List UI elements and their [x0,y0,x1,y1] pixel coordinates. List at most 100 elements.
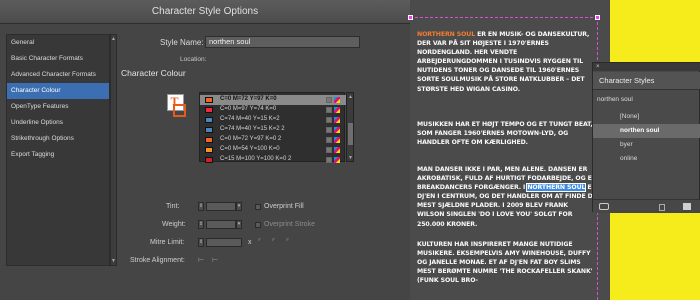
swatch-list: C=0 M=72 Y=97 K=0 C=0 M=97 Y=74 K=0 C=74 M… [199,92,346,165]
swatch-row-selected[interactable]: C=0 M=72 Y=97 K=0 [200,95,346,105]
weight-stepper[interactable]: ⇕ [198,220,204,229]
paragraph-3: MAN DANSER IKKE I PAR, MEN ALENE. DANSEN… [417,165,597,229]
category-item[interactable]: OpenType Features [7,99,109,115]
weight-dropdown-icon[interactable]: ▾ [236,220,242,229]
swatch-name: C=0 M=97 Y=74 K=0 [220,106,277,112]
swatch-color-chip [205,137,213,143]
align-outside-icon[interactable]: ⊢ [212,256,218,264]
tint-input[interactable] [206,202,236,211]
style-item[interactable]: byer [593,138,700,152]
overprint-stroke-label: Overprint Stroke [264,221,315,228]
mitre-x-label: x [248,239,252,246]
swatch-color-chip [205,97,213,103]
category-item[interactable]: Advanced Character Formats [7,67,109,83]
scroll-down-icon[interactable]: ▼ [111,258,116,264]
panel-title: Character Styles [599,76,655,85]
category-item[interactable]: Strikethrough Options [7,131,109,147]
cmyk-mode-icon [334,157,340,163]
style-item[interactable]: [None] [593,110,700,124]
paragraph-text: MUSIKKEN HAR ET HØJT TEMPO OG ET TUNGT B… [417,121,593,147]
scroll-down-icon[interactable]: ▼ [348,155,353,161]
paragraph-text: KULTUREN HAR INSPIRERET MANGE NUTIDIGE M… [417,241,593,285]
cmyk-mode-icon [334,127,340,133]
swatch-row[interactable]: C=74 M=40 Y=15 K=2 [200,115,346,125]
category-list: General Basic Character Formats Advanced… [6,34,110,266]
fill-stroke-selector[interactable]: T [164,94,188,124]
northern-soul-accent: NORTHERN SOUL [417,31,476,38]
frame-handle[interactable] [595,15,600,20]
swatch-name: C=15 M=100 Y=100 K=0 2 [220,156,292,162]
stroke-alignment-label: Stroke Alignment: [130,257,185,264]
tint-stepper[interactable]: ⇕ [198,202,204,211]
overprint-stroke-checkbox[interactable] [255,222,261,228]
paragraph-text: ER EN MUSIK- OG DANSEKULTUR, DER VAR PÅ … [417,31,590,93]
scroll-thumb[interactable] [348,123,353,145]
swatch-row[interactable]: C=74 M=40 Y=15 K=2 2 [200,125,346,135]
mitre-limit-input[interactable] [206,238,242,247]
paragraph-2: MUSIKKEN HAR ET HØJT TEMPO OG ET TUNGT B… [417,120,597,147]
mitre-limit-label: Mitre Limit: [150,239,185,246]
overprint-fill-label: Overprint Fill [264,203,304,210]
bevel-join-icon[interactable]: ⌜ [286,238,289,246]
cmyk-mode-icon [334,117,340,123]
align-center-icon[interactable]: ⊢ [198,256,204,264]
swatch-color-chip [205,107,213,113]
process-color-icon [326,117,332,123]
cmyk-mode-icon [334,137,340,143]
round-join-icon[interactable]: ⌜ [272,238,275,246]
folder-icon[interactable] [599,203,609,210]
style-item[interactable]: online [593,152,700,166]
scroll-up-icon[interactable]: ▲ [348,94,353,100]
swatch-name: C=0 M=72 Y=97 K=0 2 [220,136,282,142]
tint-dropdown-icon[interactable]: ▾ [236,202,242,211]
scroll-up-icon[interactable]: ▲ [111,36,116,42]
swatch-row[interactable]: C=0 M=97 Y=74 K=0 [200,105,346,115]
category-scrollbar[interactable]: ▲ ▼ [110,34,117,266]
stroke-swatch-icon[interactable] [173,104,186,117]
frame-handle[interactable] [408,15,413,20]
selected-text[interactable]: NORTHERN SOUL [526,183,587,193]
panel-top-bar: × [593,63,700,71]
swatch-name: C=74 M=40 Y=15 K=2 2 [220,126,285,132]
process-color-icon [326,147,332,153]
cmyk-mode-icon [334,147,340,153]
style-name-input[interactable]: northen soul [205,36,360,48]
miter-join-icon[interactable]: ⌜ [258,238,261,246]
cmyk-mode-icon [334,107,340,113]
swatch-color-chip [205,157,213,163]
swatch-name: C=0 M=54 Y=100 K=0 [220,146,280,152]
weight-input[interactable] [206,220,236,229]
overprint-fill-checkbox[interactable] [255,204,261,210]
category-item-selected[interactable]: Character Colour [7,83,109,99]
swatch-name: C=74 M=40 Y=15 K=2 [220,116,280,122]
swatch-name: C=0 M=72 Y=97 K=0 [220,96,277,102]
section-title: Character Colour [121,68,186,78]
swatch-color-chip [205,147,213,153]
process-color-icon [326,97,332,103]
swatch-row[interactable]: C=0 M=72 Y=97 K=0 2 [200,135,346,145]
process-color-icon [326,137,332,143]
swatch-row[interactable]: C=0 M=54 Y=100 K=0 [200,145,346,155]
panel-bottom-bar [593,199,700,213]
paragraph-1: NORTHERN SOUL ER EN MUSIK- OG DANSEKULTU… [417,30,597,94]
mitre-stepper[interactable]: ⇕ [198,238,204,247]
close-icon[interactable]: × [596,63,600,71]
current-style-label: northen soul [597,96,633,103]
style-name-label: Style Name: [160,38,204,47]
swatch-row[interactable]: C=15 M=100 Y=100 K=0 2 [200,155,346,165]
dialog-title: Character Style Options [0,0,410,24]
swatch-color-chip [205,127,213,133]
tint-label: Tint: [166,203,180,210]
trash-icon[interactable] [659,204,665,211]
swatch-scrollbar[interactable]: ▲ ▼ [346,92,354,162]
new-style-icon[interactable] [683,203,691,210]
style-item-selected[interactable]: northen soul [593,124,700,138]
category-item[interactable]: Export Tagging [7,147,109,163]
process-color-icon [326,127,332,133]
category-item[interactable]: General [7,35,109,51]
category-item[interactable]: Basic Character Formats [7,51,109,67]
character-style-options-dialog: Character Style Options General Basic Ch… [0,0,410,300]
panel-tab[interactable]: Character Styles [593,72,700,90]
category-item[interactable]: Underline Options [7,115,109,131]
location-label: Location: [180,56,207,63]
